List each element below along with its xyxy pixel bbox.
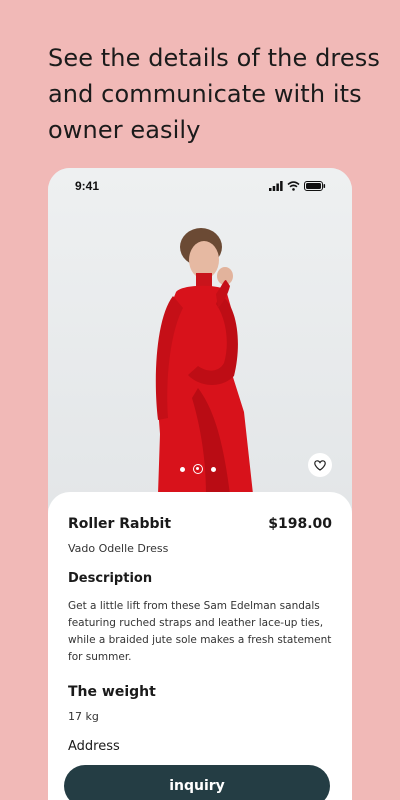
product-photo[interactable] xyxy=(48,168,352,508)
product-price: $198.00 xyxy=(268,516,332,532)
wifi-icon xyxy=(287,181,300,191)
description-text: Get a little lift from these Sam Edelman… xyxy=(68,600,332,663)
status-bar: 9:41 xyxy=(48,168,352,204)
status-time: 9:41 xyxy=(75,179,100,193)
weight-value: 17 kg xyxy=(68,710,99,723)
weight-heading: The weight xyxy=(68,684,156,700)
status-icons xyxy=(269,181,326,191)
product-brand: Roller Rabbit xyxy=(68,516,172,532)
signal-icon xyxy=(269,181,283,191)
gallery-pagination[interactable] xyxy=(180,464,216,474)
heart-icon xyxy=(314,459,326,471)
favorite-button[interactable] xyxy=(308,453,332,477)
title-row: Roller Rabbit $198.00 xyxy=(68,516,332,532)
pagination-dot-active[interactable] xyxy=(193,464,203,474)
pagination-dot[interactable] xyxy=(180,466,185,472)
product-name: Vado Odelle Dress xyxy=(68,542,169,555)
description-heading: Description xyxy=(68,571,153,586)
phone-mockup: 9:41 Roller Rabbit $198.00 Vado Odelle D… xyxy=(48,168,352,800)
page-headline: See the details of the dress and communi… xyxy=(48,44,380,144)
inquiry-button[interactable]: inquiry xyxy=(64,765,330,800)
product-details-sheet: Roller Rabbit $198.00 Vado Odelle Dress … xyxy=(48,492,352,800)
dress-model-image xyxy=(155,228,253,494)
address-heading: Address xyxy=(68,739,120,754)
battery-icon xyxy=(304,181,326,191)
pagination-dot[interactable] xyxy=(211,466,216,472)
